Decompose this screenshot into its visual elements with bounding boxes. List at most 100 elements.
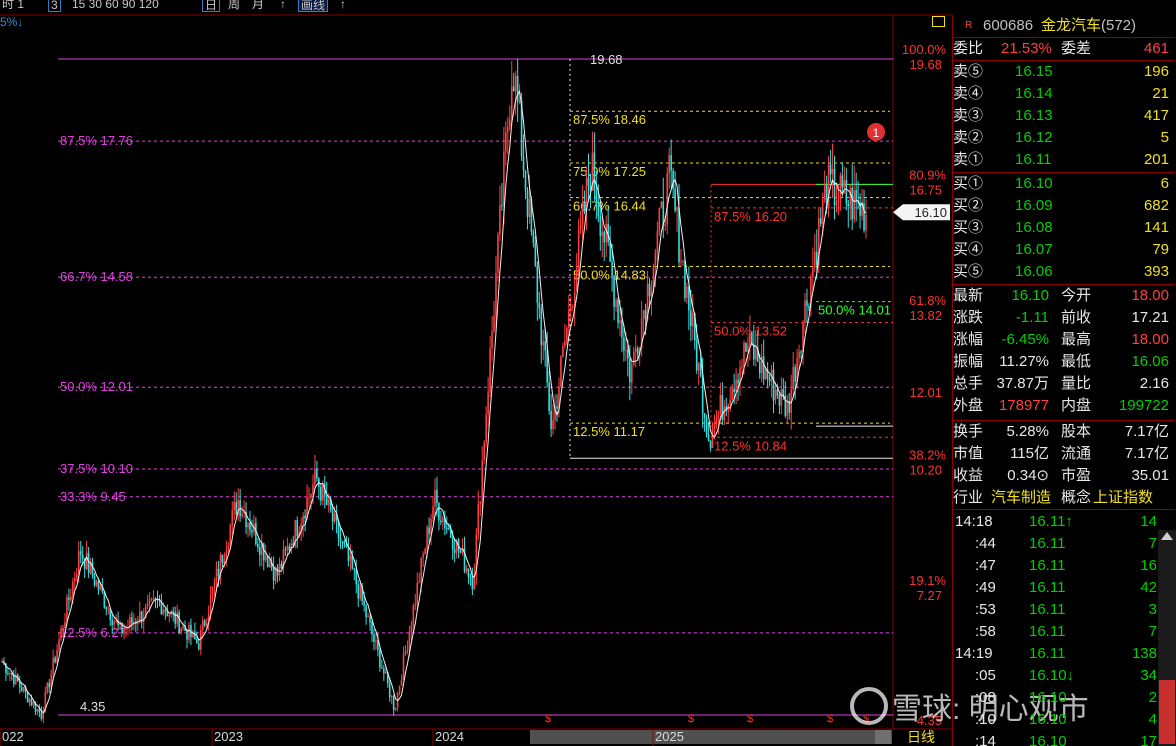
candle-body — [542, 341, 545, 346]
tick-price: 16.11 — [1029, 645, 1066, 662]
candle-body — [229, 525, 232, 546]
tick-row[interactable]: :47 16.11 16 — [953, 555, 1175, 577]
ask-row[interactable]: 卖⑤ 16.15 196 — [953, 61, 1175, 83]
tick-time: :05 — [975, 667, 996, 684]
stat-label-2: 最高 — [1061, 331, 1092, 348]
ask-row[interactable]: 卖④ 16.14 21 — [953, 83, 1175, 105]
tick-row[interactable]: :58 16.11 7 — [953, 621, 1175, 643]
tick-row[interactable]: :05 16.10↓ 34 — [953, 665, 1175, 687]
candle-body — [432, 506, 434, 519]
fib-magenta-label: 66.7% 14.58 — [60, 269, 133, 284]
candle-body — [164, 609, 167, 612]
candle-body — [410, 625, 413, 633]
candle-body — [508, 119, 511, 127]
candle-body — [465, 568, 468, 572]
weibi-row[interactable]: 委比 21.53% 委差 461 — [953, 38, 1175, 60]
candle-body — [532, 231, 535, 244]
candle-body — [815, 251, 818, 266]
kline-chart[interactable]: 87.5% 17.76 66.7% 14.58 50.0% 12.01 37.5% 1… — [0, 0, 952, 746]
industry-row[interactable]: 行业 汽车制造 概念 上证指数 — [953, 487, 1175, 509]
tick-row[interactable]: :49 16.11 42 — [953, 577, 1175, 599]
candle-body — [196, 638, 198, 644]
candle-body — [111, 620, 114, 625]
stock-code: 600686 — [983, 17, 1034, 34]
stat-row[interactable]: 外盘 178977 内盘 199722 — [953, 395, 1175, 417]
stat-label-2: 今开 — [1061, 287, 1092, 304]
stat-row[interactable]: 换手 5.28% 股本 7.17亿 — [953, 421, 1175, 443]
candle-body — [717, 414, 720, 419]
tick-row[interactable]: :53 16.11 3 — [953, 599, 1175, 621]
candle-body — [569, 307, 572, 312]
stat-row[interactable]: 振幅 11.27% 最低 16.06 — [953, 351, 1175, 373]
tick-row[interactable]: :10 16.10 4 — [953, 709, 1175, 731]
candle-body — [288, 546, 291, 551]
tick-price: 16.10 — [1029, 689, 1067, 706]
candle-body — [215, 568, 218, 581]
candle-body — [99, 585, 102, 590]
candle-body — [562, 346, 564, 357]
bid-row[interactable]: 买⑤ 16.06 393 — [953, 261, 1175, 283]
candle-body — [575, 267, 578, 292]
ask-label: 卖④ — [953, 85, 984, 102]
candle-body — [812, 267, 814, 277]
bid-row[interactable]: 买① 16.10 6 — [953, 173, 1175, 195]
candle-body — [428, 527, 430, 534]
weicha-label: 委差 — [1061, 40, 1092, 57]
candle-body — [544, 341, 546, 351]
candle-body — [615, 299, 617, 308]
stat-row[interactable]: 市值 115亿 流通 7.17亿 — [953, 443, 1175, 465]
ask-row[interactable]: 卖② 16.12 5 — [953, 127, 1175, 149]
candle-body — [390, 696, 393, 698]
candle-body — [286, 546, 289, 550]
candle-body — [540, 308, 543, 346]
candle-body — [221, 554, 224, 564]
bid-price: 16.08 — [1015, 219, 1053, 236]
tick-row[interactable]: :08 16.10 2 — [953, 687, 1175, 709]
ask-row[interactable]: 卖③ 16.13 417 — [953, 105, 1175, 127]
bid-price: 16.10 — [1015, 175, 1053, 192]
stat-row[interactable]: 涨跌 -1.11 前收 17.21 — [953, 307, 1175, 329]
candle-body — [849, 187, 852, 207]
stat-value: 0.34⊙ — [1007, 467, 1049, 484]
tick-volume: 138 — [1131, 645, 1157, 662]
candle-body — [188, 624, 190, 640]
candle-body — [471, 576, 474, 589]
axis-pct-label: 80.9% — [909, 167, 946, 182]
tick-volume: 17 — [1140, 733, 1157, 746]
candle-body — [296, 520, 299, 537]
candle-body — [123, 629, 125, 634]
stat-row[interactable]: 总手 37.87万 量比 2.16 — [953, 373, 1175, 395]
kline-chart-svg[interactable]: 87.5% 17.76 66.7% 14.58 50.0% 12.01 37.5% 1… — [0, 0, 952, 746]
candle-body — [501, 205, 503, 207]
candle-body — [800, 351, 802, 353]
candle-body — [526, 190, 529, 218]
tick-row[interactable]: :14 16.10 17 — [953, 731, 1175, 746]
fib-magenta-label: 33.3% 9.45 — [60, 489, 126, 504]
stat-row[interactable]: 涨幅 -6.45% 最高 18.00 — [953, 329, 1175, 351]
candle-body — [54, 657, 56, 663]
scroll-up-icon[interactable] — [1161, 532, 1173, 540]
candle-body — [95, 580, 98, 586]
stat-row[interactable]: 最新 16.10 今开 18.00 — [953, 285, 1175, 307]
stock-header[interactable]: R 600686 金龙汽车 (572) — [953, 15, 1175, 37]
candle-body — [581, 202, 584, 225]
ask-row[interactable]: 卖① 16.11 201 — [953, 149, 1175, 171]
bid-row[interactable]: 买③ 16.08 141 — [953, 217, 1175, 239]
stat-label: 最新 — [953, 287, 984, 304]
candle-body — [408, 632, 411, 650]
candle-body — [786, 400, 789, 416]
scroll-thumb[interactable] — [1159, 680, 1175, 744]
tick-row[interactable]: 14:19 16.11 138 — [953, 643, 1175, 665]
stat-label: 收益 — [953, 467, 984, 484]
tick-row[interactable]: :44 16.11 7 — [953, 533, 1175, 555]
stat-row[interactable]: 收益 0.34⊙ 市盈 35.01 — [953, 465, 1175, 487]
bid-row[interactable]: 买④ 16.07 79 — [953, 239, 1175, 261]
candle-body — [9, 673, 11, 675]
time-scrollbar — [530, 730, 892, 744]
bid-row[interactable]: 买② 16.09 682 — [953, 195, 1175, 217]
candle-body — [70, 596, 72, 601]
candle-body — [528, 198, 531, 218]
tick-row[interactable]: 14:18 16.11↑ 14 — [953, 511, 1175, 533]
candle-body — [843, 179, 846, 188]
ticks-scrollbar[interactable] — [1158, 530, 1176, 746]
